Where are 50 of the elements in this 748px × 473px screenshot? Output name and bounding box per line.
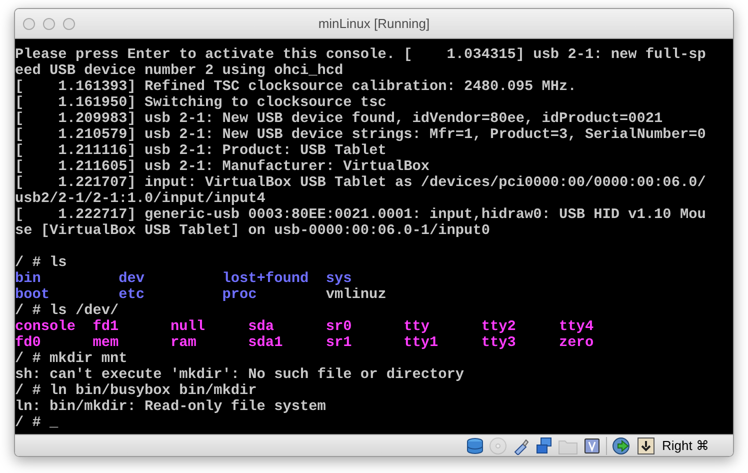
file-name: sr1 (326, 335, 352, 351)
file-name: mem (92, 335, 119, 351)
file-name: fd0 (15, 335, 41, 351)
usb-stick-icon[interactable] (512, 436, 530, 454)
file-name: zero (559, 335, 594, 351)
file-name: bin (15, 271, 41, 287)
console-line: ln: bin/mkdir: Read-only file system (15, 399, 326, 415)
file-name: null (170, 319, 205, 335)
console-line: eed USB device number 2 using ohci_hcd (15, 63, 344, 79)
console-line: se [VirtualBox USB Tablet] on usb-0000:00:06.0-1/input0 (15, 223, 490, 239)
console-line: [ 1.211116] usb 2-1: Product: USB Tablet (15, 143, 386, 159)
file-name: sr0 (326, 319, 352, 335)
console-line: [ 1.210579] usb 2-1: New USB device strings: Mfr=1, Product=3, SerialNumber=0 (15, 127, 706, 143)
file-name: sda (248, 319, 274, 335)
file-name: ram (170, 335, 196, 351)
file-name: vmlinuz (326, 287, 386, 303)
hard-disk-icon[interactable] (466, 436, 484, 454)
host-key-label: Right ⌘ (662, 436, 709, 455)
file-name: tty2 (481, 319, 516, 335)
file-name: lost+found (222, 271, 309, 287)
console-line: / # ls /dev/ (15, 303, 119, 319)
file-name: console (15, 319, 76, 335)
console-line: sh: can't execute 'mkdir': No such file or directory (15, 367, 464, 383)
file-name: dev (118, 271, 145, 287)
file-name: proc (222, 287, 257, 303)
file-name: boot (15, 287, 50, 303)
file-name: etc (118, 287, 145, 303)
console-line: Please press Enter to activate this console. [ 1.034315] usb 2-1: new full-sp (15, 47, 706, 63)
console-line: [ 1.161950] Switching to clocksource tsc (15, 95, 386, 111)
console-line: / # ln bin/busybox bin/mkdir (15, 383, 257, 399)
console-line: / # _ (15, 415, 58, 431)
file-name: tty4 (559, 319, 594, 335)
chip-icon[interactable] (583, 436, 602, 454)
file-name: sda1 (248, 335, 283, 351)
console-line: [ 1.209983] usb 2-1: New USB device found, idVendor=80ee, idProduct=0021 (15, 111, 663, 127)
file-name: tty3 (481, 335, 516, 351)
console-line: / # mkdir mnt (15, 351, 128, 367)
console-line: [ 1.222717] generic-usb 0003:80EE:0021.0001: input,hidraw0: USB HID v1.10 Mou (15, 207, 706, 223)
file-name: fd1 (92, 319, 119, 335)
window-title: minLinux [Running] (318, 14, 430, 33)
file-name: tty (404, 319, 430, 335)
file-name: sys (326, 271, 352, 287)
console-line: [ 1.161393] Refined TSC clocksource calibration: 2480.095 MHz. (15, 79, 576, 95)
console-line: [ 1.211605] usb 2-1: Manufacturer: VirtualBox (15, 159, 430, 175)
console-line: usb2/2-1/2-1:1.0/input/input4 (15, 191, 266, 207)
file-name: tty1 (404, 335, 438, 351)
download-box-icon[interactable] (637, 436, 656, 454)
network-icon[interactable] (535, 436, 554, 454)
console-line: [ 1.221707] input: VirtualBox USB Tablet as /devices/pci0000:00/0000:00:06.0/ (15, 175, 706, 191)
console-line: / # ls (15, 255, 67, 271)
